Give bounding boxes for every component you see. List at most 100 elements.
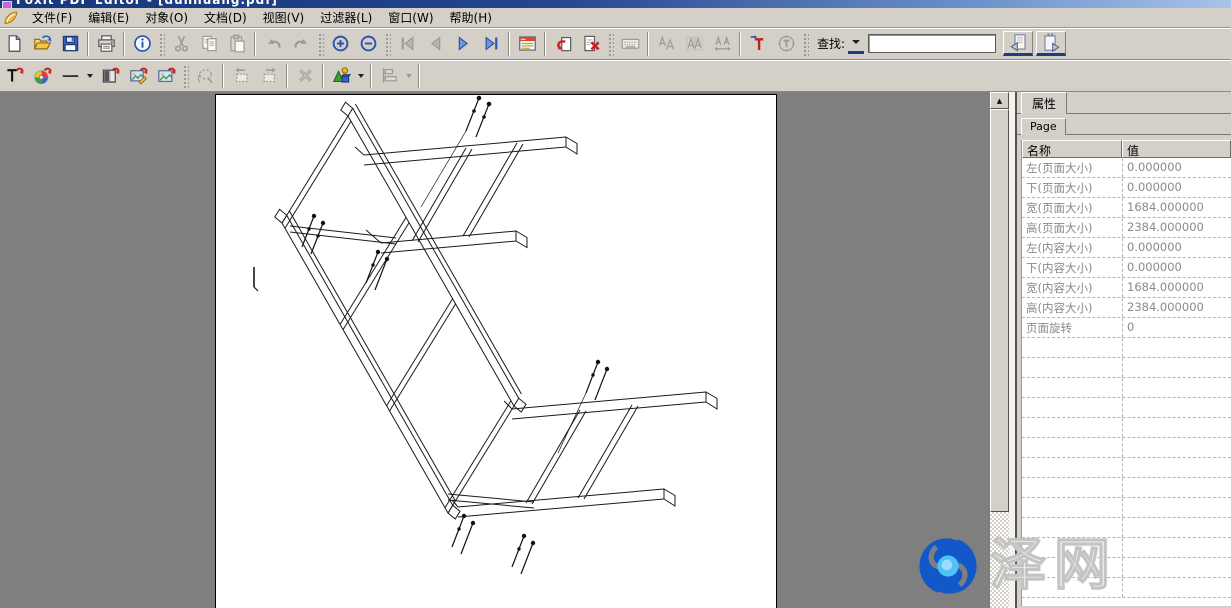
find-dropdown-button[interactable] [848, 33, 864, 54]
property-value[interactable]: 1684.000000 [1122, 198, 1231, 217]
document-canvas[interactable] [0, 92, 990, 608]
zoom-out-icon [359, 34, 378, 53]
property-row: 左(内容大小)0.000000 [1022, 238, 1231, 258]
toolbar-drag-handle[interactable] [182, 64, 189, 88]
toolbar-separator [739, 32, 741, 56]
toolbar-separator [647, 32, 649, 56]
sel-rotate-right-icon [260, 66, 279, 85]
toolbar-drag-handle[interactable] [158, 32, 165, 56]
delete-page-button[interactable] [578, 31, 604, 57]
menu-item-window[interactable]: 窗口(W) [380, 9, 441, 27]
page-layout-button[interactable] [514, 31, 540, 57]
char-spacing-button [709, 31, 735, 57]
find-label: 查找: [817, 35, 845, 52]
new-file-button[interactable] [1, 31, 27, 57]
toolbar-drag-handle[interactable] [607, 32, 614, 56]
main-area: ▲ 属性 Page 名称 值 左(页面大小)0.000000下(页面大小)0.0… [0, 92, 1231, 608]
dropdown-arrow-button [403, 64, 415, 88]
menu-item-file[interactable]: 文件(F) [24, 9, 80, 27]
tab-page[interactable]: Page [1021, 118, 1066, 135]
find-next-button[interactable] [1036, 31, 1066, 56]
print-button[interactable] [93, 31, 119, 57]
undo-icon [264, 34, 283, 53]
property-value[interactable]: 0.000000 [1122, 178, 1231, 197]
menu-item-document[interactable]: 文档(D) [196, 9, 255, 27]
nav-last-button[interactable] [478, 31, 504, 57]
image-add-button[interactable] [153, 63, 179, 89]
chevron-down-icon [406, 74, 412, 78]
rotate-page-button[interactable] [550, 31, 576, 57]
scrollbar-thumb[interactable] [990, 109, 1009, 512]
shapes-3d-button[interactable] [328, 63, 354, 89]
find-previous-button[interactable] [1003, 31, 1033, 56]
copy-icon [200, 34, 219, 53]
new-file-icon [5, 34, 24, 53]
property-name: 左(内容大小) [1022, 238, 1122, 257]
toolbar-separator [418, 64, 420, 88]
align-button [376, 63, 402, 89]
t-circle-button [773, 31, 799, 57]
property-row-empty [1022, 378, 1231, 398]
panel-title-row: 属性 [1017, 92, 1231, 114]
panel-title-tab[interactable]: 属性 [1021, 92, 1067, 114]
nav-next-button[interactable] [450, 31, 476, 57]
font-replace-icon [657, 34, 676, 53]
property-row-empty [1022, 558, 1231, 578]
redo-button [288, 31, 314, 57]
lasso-button [192, 63, 218, 89]
property-value[interactable]: 2384.000000 [1122, 298, 1231, 317]
font-replace-button [653, 31, 679, 57]
menu-item-edit[interactable]: 编辑(E) [80, 9, 137, 27]
column-header-value: 值 [1122, 140, 1231, 158]
zoom-out-button[interactable] [355, 31, 381, 57]
property-row: 左(页面大小)0.000000 [1022, 158, 1231, 178]
property-value[interactable]: 0 [1122, 318, 1231, 337]
image-add-icon [157, 66, 176, 85]
line-tool-button[interactable] [57, 63, 83, 89]
sel-rotate-left-button [228, 63, 254, 89]
property-row: 下(页面大小)0.000000 [1022, 178, 1231, 198]
scroll-up-button[interactable]: ▲ [990, 92, 1009, 109]
find-previous-icon [1009, 33, 1028, 52]
text-tool-button[interactable] [1, 63, 27, 89]
property-value[interactable]: 0.000000 [1122, 158, 1231, 177]
text-tool-icon [5, 66, 24, 85]
property-name: 宽(内容大小) [1022, 278, 1122, 297]
zoom-in-button[interactable] [327, 31, 353, 57]
toolbar-separator [87, 32, 89, 56]
property-value[interactable]: 0.000000 [1122, 238, 1231, 257]
dropdown-arrow-button[interactable] [355, 64, 367, 88]
toolbar-separator [370, 64, 372, 88]
property-row-empty [1022, 398, 1231, 418]
property-value[interactable]: 1684.000000 [1122, 278, 1231, 297]
document-page[interactable] [215, 94, 777, 608]
property-name: 下(内容大小) [1022, 258, 1122, 277]
nav-first-icon [398, 34, 417, 53]
property-name: 左(页面大小) [1022, 158, 1122, 177]
dropdown-arrow-button[interactable] [84, 64, 96, 88]
info-button[interactable] [129, 31, 155, 57]
property-row: 高(内容大小)2384.000000 [1022, 298, 1231, 318]
properties-table-header: 名称 值 [1022, 140, 1231, 158]
info-icon [133, 34, 152, 53]
menu-item-filter[interactable]: 过滤器(L) [312, 9, 380, 27]
menu-item-help[interactable]: 帮助(H) [442, 9, 500, 27]
property-value[interactable]: 0.000000 [1122, 258, 1231, 277]
t-circle-icon [777, 34, 796, 53]
toolbar-drag-handle[interactable] [802, 32, 809, 56]
open-folder-button[interactable] [29, 31, 55, 57]
vertical-scrollbar[interactable]: ▲ [990, 92, 1009, 608]
property-name: 宽(页面大小) [1022, 198, 1122, 217]
color-wheel-button[interactable] [29, 63, 55, 89]
property-name: 下(页面大小) [1022, 178, 1122, 197]
image-edit-button[interactable] [125, 63, 151, 89]
find-input[interactable] [868, 34, 996, 53]
text-import-button[interactable] [745, 31, 771, 57]
toolbar-drag-handle[interactable] [384, 32, 391, 56]
property-value[interactable]: 2384.000000 [1122, 218, 1231, 237]
toolbar-drag-handle[interactable] [317, 32, 324, 56]
menu-item-object[interactable]: 对象(O) [137, 9, 196, 27]
menu-item-view[interactable]: 视图(V) [255, 9, 313, 27]
gradient-button[interactable] [97, 63, 123, 89]
save-button[interactable] [57, 31, 83, 57]
